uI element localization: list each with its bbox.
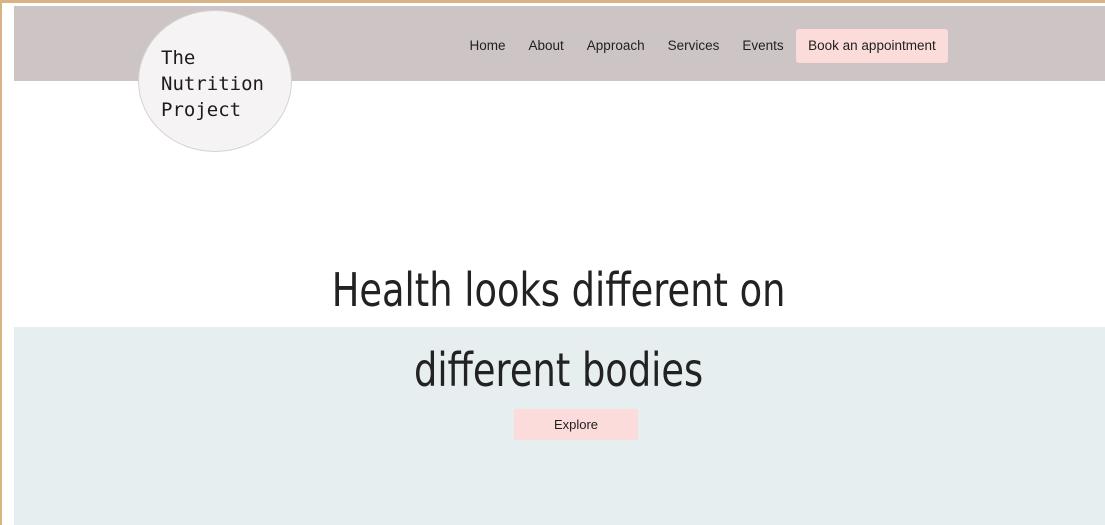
page-frame: The Nutrition Project Home About Approac…	[0, 0, 1105, 525]
nav-item-events[interactable]: Events	[731, 29, 795, 63]
nav-item-about[interactable]: About	[517, 29, 575, 63]
explore-button[interactable]: Explore	[514, 409, 638, 440]
nav-item-home[interactable]: Home	[458, 29, 517, 63]
nav-item-approach[interactable]: Approach	[575, 29, 656, 63]
logo-text: The Nutrition Project	[161, 47, 264, 121]
logo[interactable]: The Nutrition Project	[138, 10, 292, 152]
nav-item-services[interactable]: Services	[656, 29, 731, 63]
main-nav: Home About Approach Services Events Book…	[458, 29, 948, 63]
hero-headline-line-2: different bodies	[413, 343, 704, 397]
hero-headline: Health looks different on different bodi…	[117, 250, 1001, 410]
book-appointment-button[interactable]: Book an appointment	[796, 29, 948, 63]
hero-headline-line-1: Health looks different on	[331, 263, 786, 317]
